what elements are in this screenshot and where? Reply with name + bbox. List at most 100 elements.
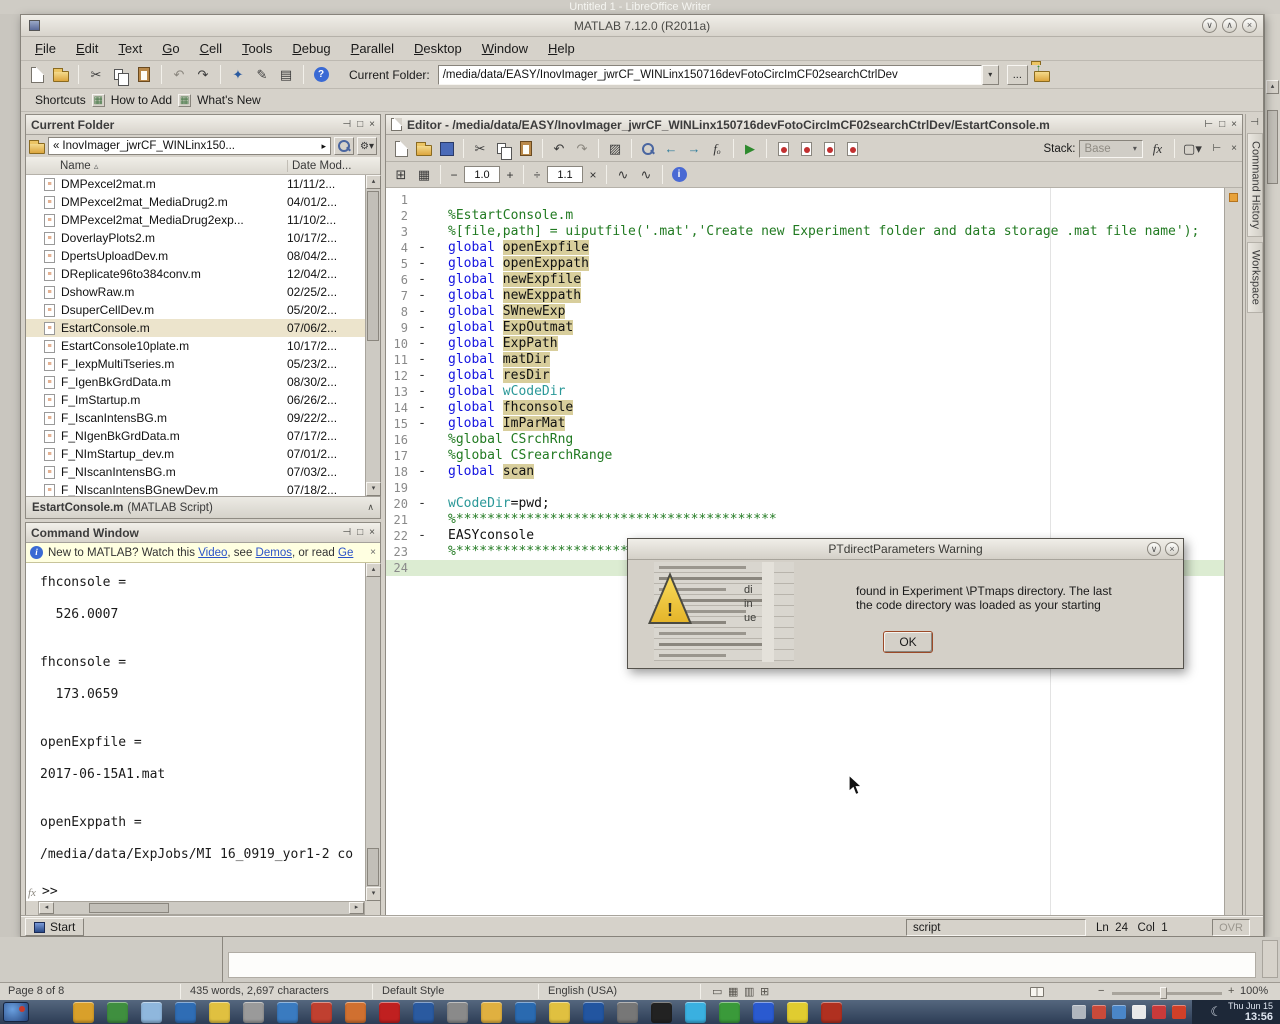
selection-mode-icon[interactable]: ⊞ [760, 985, 769, 998]
code-line[interactable]: 3%[file,path] = uiputfile('.mat','Create… [386, 224, 1224, 240]
cut-icon[interactable]: ✂ [470, 139, 490, 159]
file-row[interactable]: ≡DsuperCellDev.m05/20/2... [26, 301, 365, 319]
taskbar-clock[interactable]: ☾ Thu Jun 15 13:56 [1192, 1000, 1280, 1024]
menu-item-desktop[interactable]: Desktop [404, 37, 472, 61]
file-row[interactable]: ≡F_NImStartup_dev.m07/01/2... [26, 445, 365, 463]
forward-icon[interactable]: → [684, 139, 704, 159]
step-icon[interactable] [819, 139, 839, 159]
multiply-icon[interactable]: × [586, 168, 600, 182]
file-row[interactable]: ≡DoverlayPlots2.m10/17/2... [26, 229, 365, 247]
cell-value-left[interactable]: 1.0 [464, 166, 500, 183]
stack-combo[interactable]: Base ▾ [1079, 140, 1143, 158]
cut-icon[interactable]: ✂ [86, 65, 106, 85]
close-notice-icon[interactable]: × [370, 547, 376, 558]
divide-icon[interactable]: ÷ [530, 168, 544, 182]
file-row[interactable]: ≡F_IexpMultiTseries.m05/23/2... [26, 355, 365, 373]
address-path[interactable]: InovImager_jwrCF_WINLinx150... [62, 140, 321, 152]
open-file-icon[interactable] [414, 139, 434, 159]
book-view-icon[interactable]: ▥ [744, 985, 754, 998]
file-row[interactable]: ≡F_IgenBkGrdData.m08/30/2... [26, 373, 365, 391]
current-folder-combo[interactable]: /media/data/EASY/InovImager_jwrCF_WINLin… [438, 65, 999, 85]
maximize-button[interactable]: ∧ [1222, 18, 1237, 33]
close-button[interactable]: × [1165, 542, 1179, 556]
single-page-view-icon[interactable]: ▭ [712, 985, 722, 998]
word-count[interactable]: 435 words, 2,697 characters [190, 985, 329, 997]
code-line[interactable]: 17%global CSrearchRange [386, 448, 1224, 464]
command-window-scrollbar[interactable]: ▴ ▾ [365, 563, 380, 901]
layout-icon[interactable]: ▢▾ [1182, 139, 1202, 159]
taskbar-app-icon[interactable] [447, 1002, 468, 1023]
undo-icon[interactable]: ↶ [549, 139, 569, 159]
menu-item-tools[interactable]: Tools [232, 37, 282, 61]
copy-icon[interactable] [493, 139, 513, 159]
new-file-icon[interactable] [391, 139, 411, 159]
scrollbar-thumb[interactable] [367, 848, 379, 886]
find-icon[interactable] [638, 139, 658, 159]
menu-item-debug[interactable]: Debug [282, 37, 340, 61]
file-row[interactable]: ≡F_NIgenBkGrdData.m07/17/2... [26, 427, 365, 445]
fx-icon[interactable]: fx [1147, 139, 1167, 159]
column-name[interactable]: Name ▵ [26, 160, 287, 172]
taskbar-app-icon[interactable] [753, 1002, 774, 1023]
tab-workspace[interactable]: Workspace [1247, 242, 1263, 313]
tray-icon[interactable] [1092, 1005, 1106, 1019]
insert-cell-icon[interactable]: ⊞ [391, 165, 411, 185]
close-editor-icon[interactable]: × [1231, 144, 1237, 154]
code-line[interactable]: 11-global matDir [386, 352, 1224, 368]
taskbar-app-icon[interactable] [379, 1002, 400, 1023]
combo-dropdown-icon[interactable]: ▾ [982, 65, 999, 85]
code-line[interactable]: 9-global ExpOutmat [386, 320, 1224, 336]
code-line[interactable]: 21%*************************************… [386, 512, 1224, 528]
matlab-titlebar[interactable]: MATLAB 7.12.0 (R2011a) ∨ ∧ × [21, 15, 1263, 37]
taskbar-app-icon[interactable] [549, 1002, 570, 1023]
file-row[interactable]: ≡F_NIscanIntensBG.m07/03/2... [26, 463, 365, 481]
list-column-header[interactable]: Name ▵ Date Mod... [26, 157, 380, 175]
menu-item-text[interactable]: Text [108, 37, 152, 61]
tray-icon[interactable] [1152, 1005, 1166, 1019]
shade-button[interactable]: ∨ [1202, 18, 1217, 33]
whats-new-link[interactable]: What's New [197, 93, 261, 107]
doc-report-icon[interactable]: ▤ [276, 65, 296, 85]
file-list-scrollbar[interactable]: ▴ ▾ [365, 175, 380, 496]
dock-icon[interactable]: ⊢ [1204, 120, 1213, 130]
scroll-down-icon[interactable]: ▾ [366, 482, 381, 496]
taskbar-app-icon[interactable] [141, 1002, 162, 1023]
paragraph-style[interactable]: Default Style [382, 985, 444, 997]
current-folder-header[interactable]: Current Folder ⊣ □ × [26, 115, 380, 135]
eval-advance-icon[interactable]: ∿ [636, 165, 656, 185]
edit-doc-icon[interactable]: ✎ [252, 65, 272, 85]
copy-icon[interactable] [110, 65, 130, 85]
search-icon[interactable] [334, 137, 354, 155]
step-in-icon[interactable] [842, 139, 862, 159]
shade-button[interactable]: ∨ [1147, 542, 1161, 556]
fx-icon[interactable]: fx [28, 887, 36, 899]
code-line[interactable]: 8-global SWnewExp [386, 304, 1224, 320]
prompt-row[interactable]: fx >> [26, 883, 365, 899]
taskbar-app-icon[interactable] [107, 1002, 128, 1023]
dock-icon[interactable]: ⊣ [342, 120, 351, 130]
cell-value-right[interactable]: 1.1 [547, 166, 583, 183]
book-icon[interactable] [1030, 987, 1044, 997]
browse-folder-button[interactable]: ... [1007, 65, 1028, 85]
taskbar-app-icon[interactable] [345, 1002, 366, 1023]
scrollbar-thumb[interactable] [89, 903, 169, 913]
code-line[interactable]: 19 [386, 480, 1224, 496]
increase-icon[interactable]: + [503, 168, 517, 182]
column-date[interactable]: Date Mod... [287, 160, 380, 172]
warning-marker[interactable] [1229, 193, 1238, 202]
video-link[interactable]: Video [198, 547, 227, 559]
code-line[interactable]: 18-global scan [386, 464, 1224, 480]
undock-icon[interactable]: □ [357, 528, 363, 538]
command-window-hscrollbar[interactable]: ◂ ▸ [38, 901, 365, 915]
function-hint-icon[interactable]: fₒ [707, 139, 727, 159]
file-row[interactable]: ≡EstartConsole10plate.m10/17/2... [26, 337, 365, 355]
close-panel-icon[interactable]: × [1231, 120, 1237, 130]
chevron-right-icon[interactable]: ▸ [321, 141, 326, 152]
ok-button[interactable]: OK [883, 631, 933, 653]
zoom-slider-thumb[interactable] [1160, 987, 1167, 999]
file-row[interactable]: ≡DReplicate96to384conv.m12/04/2... [26, 265, 365, 283]
paste-icon[interactable] [516, 139, 536, 159]
file-row[interactable]: ≡EstartConsole.m07/06/2... [26, 319, 365, 337]
undock-icon[interactable]: □ [1219, 120, 1225, 130]
decrease-icon[interactable]: − [447, 168, 461, 182]
